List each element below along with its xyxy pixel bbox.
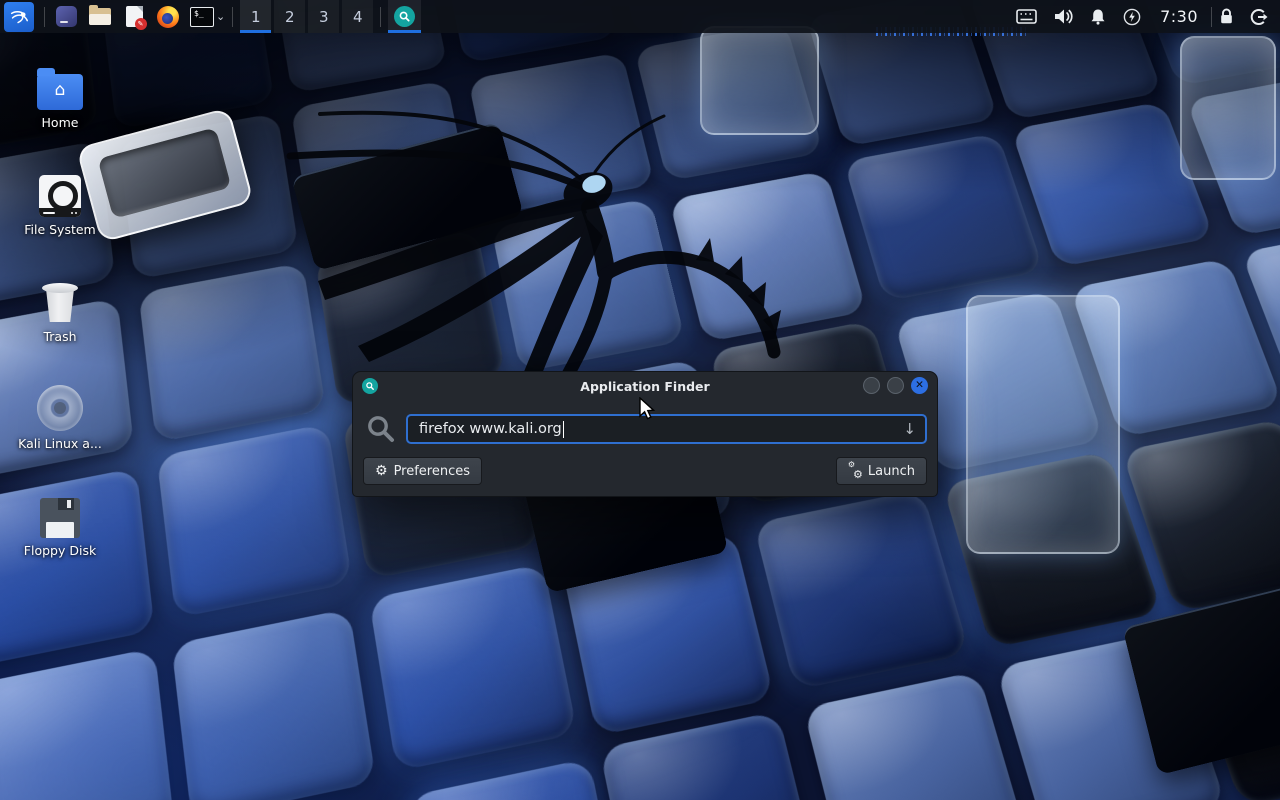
desktop-icon-trash[interactable]: Trash <box>10 272 110 344</box>
workspace-4-label: 4 <box>353 8 363 26</box>
kali-dragon-logo <box>180 60 940 620</box>
application-finder-window: Application Finder ✕ firefox www.kali.or… <box>352 371 938 497</box>
file-manager-launcher[interactable] <box>88 5 112 29</box>
window-title: Application Finder <box>353 379 937 394</box>
trash-icon <box>41 282 79 324</box>
minimize-button[interactable] <box>863 377 880 394</box>
top-panel: ✎ $_ ⌄ 1 2 3 <box>0 0 1280 33</box>
power-manager-icon[interactable] <box>1123 8 1141 26</box>
system-tray: 7:30 <box>1016 7 1200 26</box>
home-folder-icon: ⌂ <box>37 74 83 110</box>
close-button[interactable]: ✕ <box>911 377 928 394</box>
workspace-switcher: 1 2 3 4 <box>240 0 373 33</box>
desktop-icon-label: Kali Linux a... <box>18 436 102 451</box>
mouse-cursor <box>636 397 658 421</box>
launch-button-label: Launch <box>868 464 915 479</box>
wallpaper-cube <box>803 670 1031 800</box>
active-task-underline <box>388 30 421 33</box>
maximize-button[interactable] <box>887 377 904 394</box>
search-input-value: firefox www.kali.org <box>419 421 562 437</box>
firefox-icon <box>157 6 179 28</box>
wallpaper-cube <box>407 758 627 800</box>
session-buttons <box>1219 8 1268 26</box>
text-editor-launcher[interactable]: ✎ <box>122 5 146 29</box>
search-input[interactable]: firefox www.kali.org ↓ <box>406 414 927 444</box>
panel-separator <box>380 7 381 27</box>
window-app-launcher[interactable] <box>54 5 78 29</box>
wallpaper-cube <box>172 608 377 800</box>
kali-menu-icon <box>8 6 30 28</box>
text-editor-icon: ✎ <box>126 6 143 27</box>
panel-separator <box>232 7 233 27</box>
kali-desktop: ✎ $_ ⌄ 1 2 3 <box>0 0 1280 800</box>
application-finder-icon <box>394 6 415 27</box>
chevron-down-icon[interactable]: ⌄ <box>216 10 225 23</box>
panel-separator <box>1211 7 1212 27</box>
taskbar-application-finder-button[interactable] <box>388 0 421 33</box>
desktop-icon-kali-cdrom[interactable]: Kali Linux a... <box>10 379 110 451</box>
text-caret <box>563 421 564 438</box>
workspace-3[interactable]: 3 <box>308 0 339 33</box>
desktop-icon-label: Home <box>42 115 79 130</box>
wallpaper-glass-cube <box>966 295 1120 554</box>
active-workspace-underline <box>240 30 271 33</box>
desktop-icon-label: Trash <box>43 329 76 344</box>
dropdown-arrow-icon[interactable]: ↓ <box>903 420 916 438</box>
floppy-icon <box>40 498 80 538</box>
wallpaper-glass-cube <box>1180 36 1276 180</box>
desktop-icon-file-system[interactable]: File System <box>10 165 110 237</box>
drive-icon <box>39 175 81 217</box>
firefox-launcher[interactable] <box>156 5 180 29</box>
workspace-1-label: 1 <box>251 8 261 26</box>
workspace-2[interactable]: 2 <box>274 0 305 33</box>
applications-menu-button[interactable] <box>4 2 34 32</box>
titlebar[interactable]: Application Finder ✕ <box>353 372 937 400</box>
keyboard-icon[interactable] <box>1016 9 1037 24</box>
desktop-icon-label: Floppy Disk <box>24 543 96 558</box>
desktop-icon-label: File System <box>24 222 96 237</box>
search-icon <box>365 413 397 445</box>
terminal-launcher[interactable]: $_ ⌄ <box>190 5 225 29</box>
log-out-icon[interactable] <box>1250 8 1268 26</box>
preferences-button-label: Preferences <box>394 464 470 479</box>
window-app-icon <box>56 6 77 27</box>
lock-screen-icon[interactable] <box>1219 8 1234 25</box>
cdrom-icon <box>37 385 83 431</box>
desktop-icon-floppy[interactable]: Floppy Disk <box>10 486 110 558</box>
gear-icon: ⚙ <box>375 464 388 478</box>
clock[interactable]: 7:30 <box>1160 7 1198 26</box>
workspace-4[interactable]: 4 <box>342 0 373 33</box>
workspace-3-label: 3 <box>319 8 329 26</box>
panel-separator <box>44 7 45 27</box>
volume-icon[interactable] <box>1054 8 1073 25</box>
wallpaper-cube <box>0 648 174 800</box>
workspace-2-label: 2 <box>285 8 295 26</box>
notifications-bell-icon[interactable] <box>1090 8 1106 25</box>
terminal-icon: $_ <box>190 7 214 27</box>
file-manager-icon <box>89 8 111 25</box>
run-gears-icon: ⚙⚙ <box>848 464 862 478</box>
workspace-1[interactable]: 1 <box>240 0 271 33</box>
desktop-icon-home[interactable]: ⌂ Home <box>10 58 110 130</box>
preferences-button[interactable]: ⚙ Preferences <box>363 457 482 485</box>
panel-launchers: ✎ $_ ⌄ <box>54 5 225 29</box>
launch-button[interactable]: ⚙⚙ Launch <box>836 457 927 485</box>
